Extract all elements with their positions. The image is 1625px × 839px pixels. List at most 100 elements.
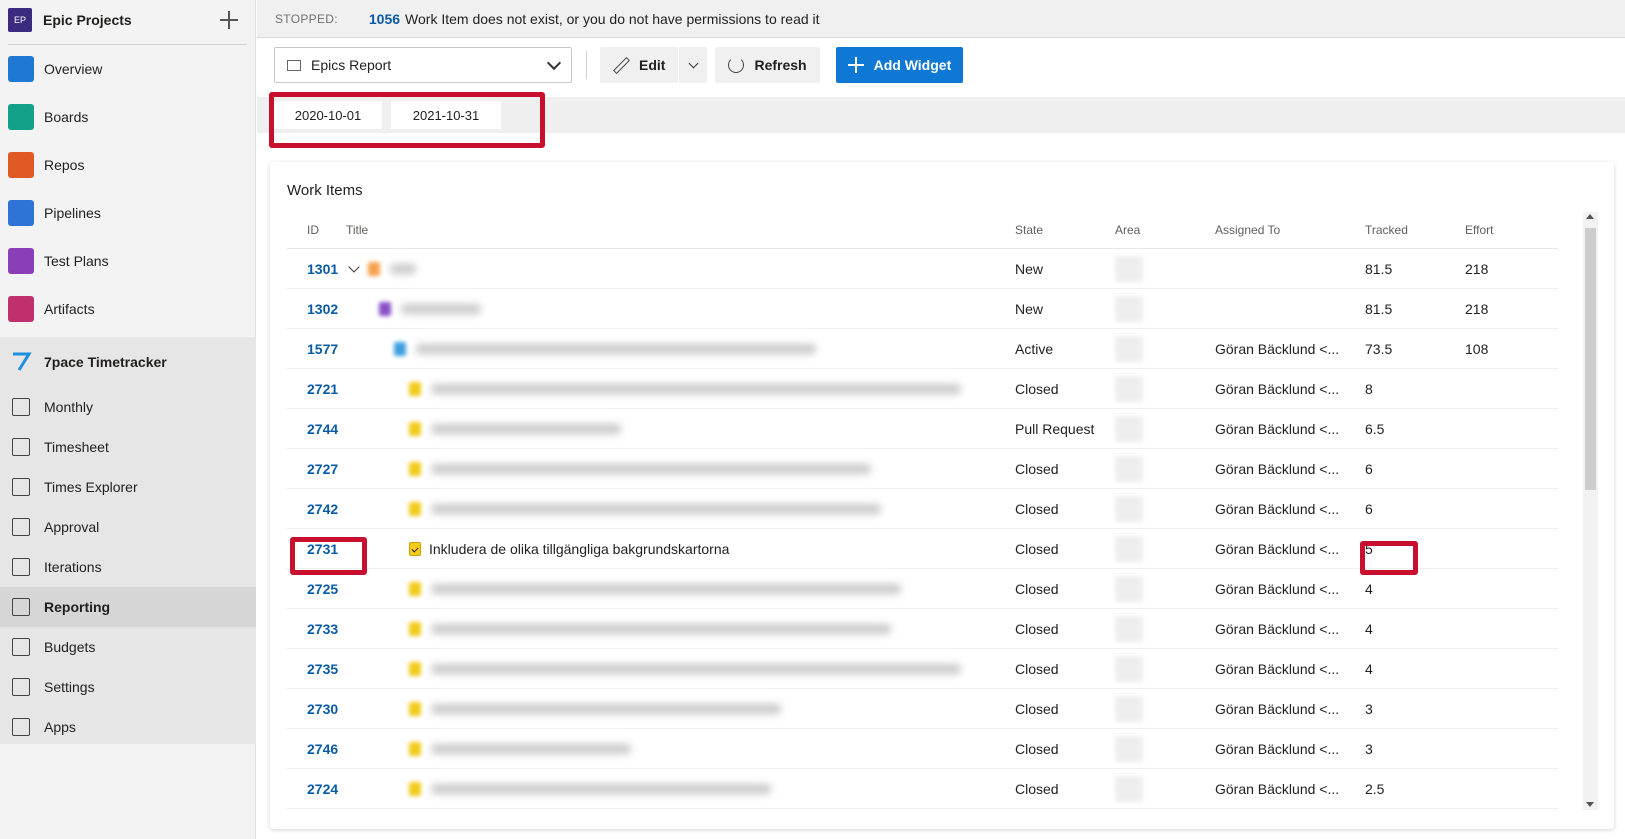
column-header-title[interactable]: Title <box>346 223 1015 237</box>
work-items-widget: Work Items ID Title State Area Assigned … <box>270 162 1614 829</box>
sidebar-item-reporting[interactable]: Reporting <box>0 587 256 627</box>
project-header[interactable]: EP Epic Projects <box>0 0 255 40</box>
title-cell <box>346 661 1015 676</box>
table-row[interactable]: 2744 Pull Request Göran Bäcklund <... 6.5 <box>287 409 1558 449</box>
work-item-id-link[interactable]: 2724 <box>307 781 338 797</box>
sidebar-item-pipelines[interactable]: Pipelines <box>0 189 255 237</box>
refresh-button[interactable]: Refresh <box>715 47 820 83</box>
sidebar-item-label: Boards <box>44 109 89 125</box>
state-cell: Closed <box>1015 660 1059 677</box>
assigned-to-cell: Göran Bäcklund <... <box>1215 700 1340 717</box>
sidebar-item-overview[interactable]: Overview <box>0 45 255 93</box>
sidebar-item-apps[interactable]: Apps <box>0 707 256 747</box>
sidebar-item-timesheet[interactable]: Timesheet <box>0 427 256 467</box>
area-redacted <box>1115 695 1143 722</box>
table-row[interactable]: 2733 Closed Göran Bäcklund <... 4 <box>287 609 1558 649</box>
work-item-id-link[interactable]: 2742 <box>307 501 338 517</box>
work-item-id-link[interactable]: 2735 <box>307 661 338 677</box>
column-header-effort[interactable]: Effort <box>1465 223 1558 237</box>
table-row[interactable]: 2725 Closed Göran Bäcklund <... 4 <box>287 569 1558 609</box>
edit-menu-button[interactable] <box>679 47 708 83</box>
work-item-type-icon <box>409 421 421 436</box>
work-item-id-link[interactable]: 2744 <box>307 421 338 437</box>
sidebar-item-iterations[interactable]: Iterations <box>0 547 256 587</box>
table-row[interactable]: 2721 Closed Göran Bäcklund <... 8 <box>287 369 1558 409</box>
work-item-id-link[interactable]: 1301 <box>307 261 338 277</box>
end-date-filter[interactable]: 2021-10-31 <box>391 101 501 129</box>
state-cell: Active <box>1015 340 1054 357</box>
area-redacted <box>1115 775 1143 802</box>
table-row[interactable]: 2742 Closed Göran Bäcklund <... 6 <box>287 489 1558 529</box>
area-redacted <box>1115 575 1143 602</box>
column-header-tracked[interactable]: Tracked <box>1365 223 1465 237</box>
sidebar-item-label: Artifacts <box>44 301 95 317</box>
work-item-id-link[interactable]: 2730 <box>307 701 338 717</box>
sidebar-item-label: Test Plans <box>44 253 109 269</box>
column-header-area[interactable]: Area <box>1115 223 1215 237</box>
start-date-filter[interactable]: 2020-10-01 <box>274 101 382 129</box>
sidebar-item-settings[interactable]: Settings <box>0 667 256 707</box>
plus-icon[interactable] <box>219 10 239 30</box>
sidebar-item-label: Timesheet <box>44 439 109 455</box>
expand-chevron-icon[interactable] <box>348 260 360 273</box>
status-work-item-id[interactable]: 1056 <box>369 11 400 27</box>
refresh-button-label: Refresh <box>754 57 807 73</box>
status-bar: STOPPED: 1056 Work Item does not exist, … <box>257 0 1625 38</box>
work-item-id-link[interactable]: 2727 <box>307 461 338 477</box>
work-item-type-icon <box>409 781 421 796</box>
work-item-id-link[interactable]: 2721 <box>307 381 338 397</box>
sidebar-item-artifacts[interactable]: Artifacts <box>0 285 255 333</box>
tracked-cell: 4 <box>1365 620 1373 637</box>
table-row[interactable]: 2735 Closed Göran Bäcklund <... 4 <box>287 649 1558 689</box>
column-header-id[interactable]: ID <box>287 223 346 237</box>
edit-button[interactable]: Edit <box>600 47 679 83</box>
column-header-state[interactable]: State <box>1015 223 1115 237</box>
table-row[interactable]: 2731 Inkludera de olika tillgängliga bakg… <box>287 529 1558 569</box>
tracked-cell: 4 <box>1365 580 1373 597</box>
tracked-cell: 2.5 <box>1365 780 1385 797</box>
add-widget-button[interactable]: Add Widget <box>835 47 964 83</box>
scroll-thumb[interactable] <box>1585 228 1596 490</box>
work-item-id-link[interactable]: 2731 <box>307 541 338 557</box>
scroll-up-arrow-icon[interactable] <box>1586 214 1594 219</box>
work-item-id-link[interactable]: 1577 <box>307 341 338 357</box>
state-cell: Closed <box>1015 700 1059 717</box>
sidebar-item-monthly[interactable]: Monthly <box>0 387 256 427</box>
area-redacted <box>1115 615 1143 642</box>
table-row[interactable]: 2724 Closed Göran Bäcklund <... 2.5 <box>287 769 1558 809</box>
sidebar-item-test-plans[interactable]: Test Plans <box>0 237 255 285</box>
effort-cell: 218 <box>1465 260 1489 277</box>
table-row[interactable]: 2746 Closed Göran Bäcklund <... 3 <box>287 729 1558 769</box>
title-cell <box>346 461 1015 476</box>
sidebar-item-approval[interactable]: Approval <box>0 507 256 547</box>
table-row[interactable]: 1302 New 81.5 218 <box>287 289 1558 329</box>
project-name[interactable]: Epic Projects <box>43 12 219 28</box>
work-item-id-link[interactable]: 1302 <box>307 301 338 317</box>
column-header-assigned-to[interactable]: Assigned To <box>1215 223 1365 237</box>
dashboard-select[interactable]: Epics Report <box>274 47 572 83</box>
assigned-to-cell: Göran Bäcklund <... <box>1215 460 1340 477</box>
grid-scrollbar[interactable] <box>1583 212 1598 810</box>
work-item-title[interactable]: Inkludera de olika tillgängliga bakgrund… <box>429 541 729 557</box>
overview-icon <box>8 56 34 82</box>
sidebar-item-budgets[interactable]: Budgets <box>0 627 256 667</box>
sidebar-item-repos[interactable]: Repos <box>0 141 255 189</box>
table-row[interactable]: 2727 Closed Göran Bäcklund <... 6 <box>287 449 1558 489</box>
table-row[interactable]: 1577 Active Göran Bäcklund <... 73.5 108 <box>287 329 1558 369</box>
table-row[interactable]: 1301 New 81.5 218 <box>287 249 1558 289</box>
tracker-section: 7pace Timetracker Monthly Timesheet Times … <box>0 337 256 744</box>
work-item-title-redacted <box>431 503 881 514</box>
work-item-id-link[interactable]: 2733 <box>307 621 338 637</box>
sidebar-item-boards[interactable]: Boards <box>0 93 255 141</box>
work-item-id-link[interactable]: 2725 <box>307 581 338 597</box>
timetracker-icon <box>8 349 34 375</box>
sidebar-item-7pace-timetracker[interactable]: 7pace Timetracker <box>0 337 256 387</box>
work-item-id-link[interactable]: 2746 <box>307 741 338 757</box>
scroll-down-arrow-icon[interactable] <box>1586 802 1594 807</box>
title-cell: Inkludera de olika tillgängliga bakgrund… <box>346 541 1015 557</box>
work-item-type-icon <box>409 741 421 756</box>
chevron-down-icon <box>546 55 562 70</box>
sidebar-item-times-explorer[interactable]: Times Explorer <box>0 467 256 507</box>
table-row[interactable]: 2730 Closed Göran Bäcklund <... 3 <box>287 689 1558 729</box>
toolbar-separator <box>586 51 587 79</box>
